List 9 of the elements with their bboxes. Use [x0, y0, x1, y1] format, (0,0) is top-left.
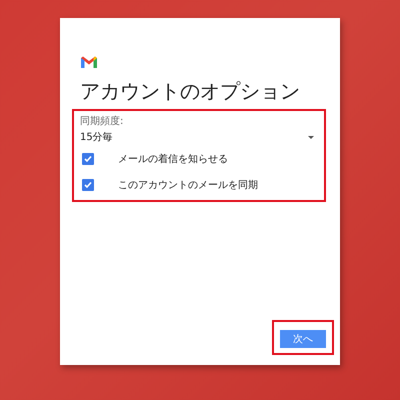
dialog-title: アカウントのオプション	[80, 78, 301, 105]
checkbox[interactable]	[82, 179, 94, 191]
caret-icon	[308, 136, 314, 138]
option-label: メールの着信を知らせる	[118, 152, 228, 166]
field-label: 同期頻度:	[80, 114, 124, 128]
option-label: このアカウントのメールを同期	[118, 178, 258, 192]
checkbox[interactable]	[82, 153, 94, 165]
frequency-dropdown[interactable]: 15分毎	[80, 128, 314, 146]
mail-logo-icon	[81, 56, 97, 68]
